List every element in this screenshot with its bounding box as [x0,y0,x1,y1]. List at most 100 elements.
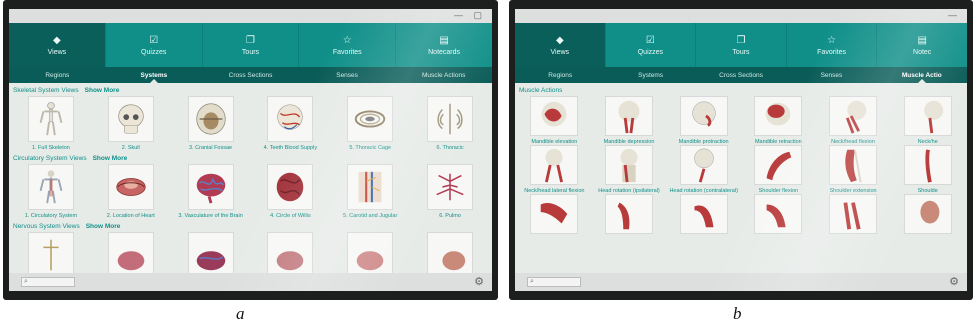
show-more-link[interactable]: Show More [93,155,128,162]
view-tile[interactable] [16,232,86,273]
subnav-senses[interactable]: Senses [299,67,396,83]
view-tile[interactable] [890,194,965,234]
tab-favorites[interactable]: ☆ Favorites [299,23,397,67]
mandible-elevation-thumbnail [530,96,579,136]
view-tile[interactable] [255,232,325,273]
view-tile[interactable]: 4. Circle of Willis [255,164,325,219]
caption-b: b [733,304,742,323]
tab-favorites[interactable]: ☆ Favorites [787,23,878,67]
tab-quizzes[interactable]: ☑ Quizzes [606,23,697,67]
brain-thumbnail [347,232,394,273]
notecard-icon: ▤ [439,34,449,46]
view-tile[interactable] [592,194,667,234]
view-tile[interactable] [96,232,166,273]
search-input[interactable]: ⌕ [527,277,581,287]
title-bar: — [515,9,967,23]
view-tile[interactable]: 4. Teeth Blood Supply [255,96,325,151]
view-tile[interactable]: 1. Full Skeleton [16,96,86,151]
view-tile[interactable] [415,232,485,273]
tab-views[interactable]: ◆ Views [9,23,106,67]
search-input[interactable]: ⌕ [21,277,75,287]
view-tile[interactable]: 1. Circulatory System [16,164,86,219]
view-tile[interactable] [816,194,891,234]
view-tile[interactable]: 2. Skull [96,96,166,151]
circulatory-system-thumbnail [27,164,74,210]
view-tile[interactable]: 6. Thoracic [415,96,485,151]
neck-lateral-flexion-thumbnail [530,145,579,185]
circle-of-willis-thumbnail [267,164,314,210]
app-screen-a: — ▢ ◆ Views ☑ Quizzes ❐ Tours ☆ Favorites ▤ N… [9,9,492,291]
gear-icon[interactable]: ⚙ [474,275,484,288]
view-tile[interactable]: Mandible retraction [741,96,816,145]
subnav-muscle-actions[interactable]: Muscle Actions [395,67,492,83]
head-rotation-contralateral-thumbnail [679,145,728,185]
circulatory-row: 1. Circulatory System 2. Location of Hea… [9,164,492,219]
view-tile[interactable] [741,194,816,234]
muscle-row [515,194,967,234]
tab-notecards[interactable]: ▤ Notecards [396,23,492,67]
show-more-link[interactable]: Show More [86,223,121,230]
title-bar: — ▢ [9,9,492,23]
tours-icon: ❐ [246,34,255,46]
subnav-senses[interactable]: Senses [786,67,876,83]
view-tile[interactable]: Mandible protraction [666,96,741,145]
view-tile[interactable]: Neck/head flexion [816,96,891,145]
view-tile[interactable]: Shoulder extension [816,145,891,194]
muscle-row: Mandible elevation Mandible depression M… [515,96,967,145]
nervous-thumbnail [27,232,74,273]
subnav-muscle-actions[interactable]: Muscle Actio [877,67,967,83]
cube-icon: ◆ [555,34,564,46]
subnav-systems[interactable]: Systems [106,67,203,83]
view-tile[interactable]: Mandible elevation [517,96,592,145]
notecard-icon: ▤ [917,34,927,46]
view-tile[interactable]: 2. Location of Heart [96,164,166,219]
section-header: Muscle Actions [519,87,563,94]
view-tile[interactable]: Mandible depression [592,96,667,145]
shoulder-extension-thumbnail [829,145,878,185]
tab-quizzes[interactable]: ☑ Quizzes [106,23,203,67]
view-tile[interactable]: Head rotation (ipsilateral) [592,145,667,194]
subnav-cross-sections[interactable]: Cross Sections [696,67,786,83]
main-tabs: ◆ Views ☑ Quizzes ❐ Tours ☆ Favorites ▤ Notec [515,23,967,67]
subnav-cross-sections[interactable]: Cross Sections [202,67,299,83]
search-icon: ⌕ [24,278,28,285]
view-tile[interactable]: 3. Cranial Fossae [176,96,246,151]
teeth-blood-supply-thumbnail [267,96,314,142]
window-controls[interactable]: — ▢ [454,10,486,21]
view-tile[interactable]: 3. Vasculature of the Brain [176,164,246,219]
view-tile[interactable]: Head rotation (contralateral) [666,145,741,194]
mandible-retraction-thumbnail [754,96,803,136]
tab-tours[interactable]: ❐ Tours [203,23,300,67]
view-tile[interactable] [517,194,592,234]
neck-head-flexion-thumbnail [829,96,878,136]
photo-b: — ◆ Views ☑ Quizzes ❐ Tours ☆ Favorites ▤ Not… [509,0,973,300]
tab-views[interactable]: ◆ Views [515,23,606,67]
view-tile[interactable]: Neck/head lateral flexion [517,145,592,194]
subnav-regions[interactable]: Regions [515,67,605,83]
view-tile[interactable]: Shoulde [890,145,965,194]
tab-notecards[interactable]: ▤ Notec [877,23,967,67]
subnav-regions[interactable]: Regions [9,67,106,83]
view-tile[interactable] [666,194,741,234]
tab-tours[interactable]: ❐ Tours [696,23,787,67]
shoulder-flexion-thumbnail [754,145,803,185]
bottom-bar: ⌕ ⚙ [515,273,967,291]
view-tile[interactable] [335,232,405,273]
show-more-link[interactable]: Show More [85,87,120,94]
view-tile[interactable]: 5. Thoracic Cage [335,96,405,151]
view-tile[interactable]: 6. Pulmo [415,164,485,219]
neck-head-thumbnail [903,96,952,136]
view-tile[interactable]: Shoulder flexion [741,145,816,194]
star-icon: ☆ [342,34,352,46]
head-rotation-ipsilateral-thumbnail [605,145,653,185]
shoulder-muscle-thumbnail [754,194,803,234]
window-controls[interactable]: — [948,10,961,20]
subnav-systems[interactable]: Systems [605,67,695,83]
skeletal-row: 1. Full Skeleton 2. Skull 3. Cranial Fos… [9,96,492,151]
brain-thumbnail [187,232,234,273]
view-tile[interactable] [176,232,246,273]
view-tile[interactable]: 5. Carotid and Jugular [335,164,405,219]
shoulder-muscle-thumbnail [829,194,878,234]
view-tile[interactable]: Neck/he [890,96,965,145]
gear-icon[interactable]: ⚙ [949,275,959,288]
